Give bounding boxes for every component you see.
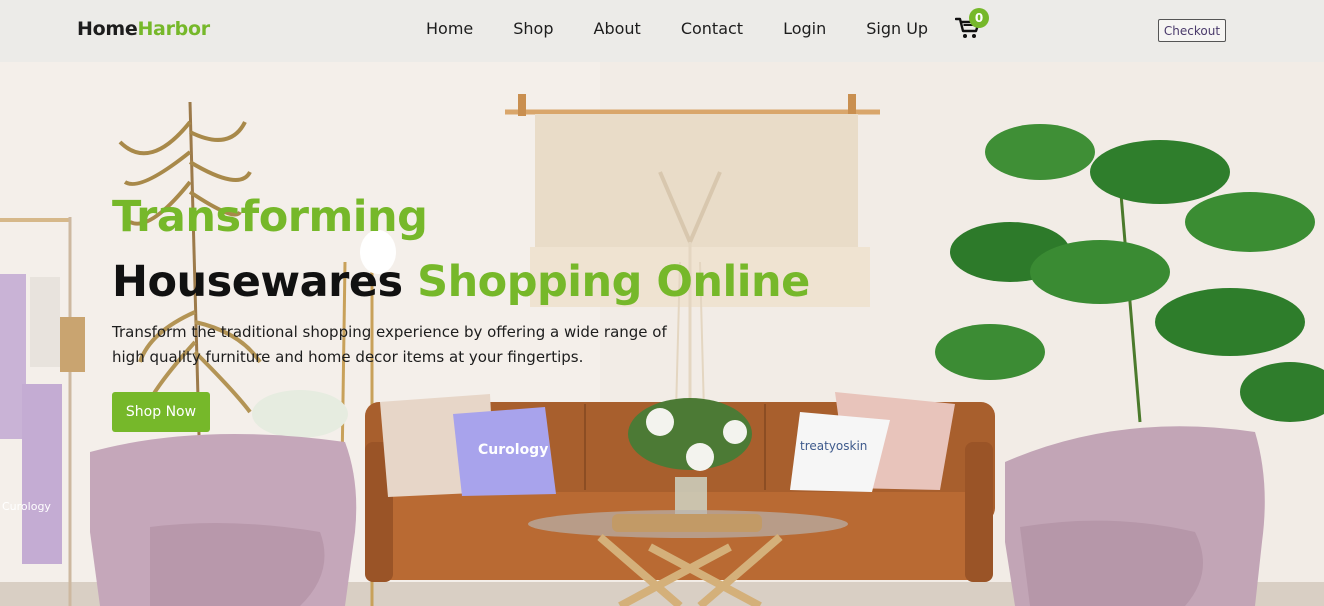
nav-login[interactable]: Login — [783, 19, 826, 38]
left-armchair — [90, 434, 357, 606]
main-nav: Home Shop About Contact Login Sign Up — [426, 19, 968, 38]
site-header: HomeHarbor Home Shop About Contact Login… — [0, 0, 1324, 62]
cart-button[interactable]: 0 — [955, 8, 989, 44]
logo-part-home: Home — [77, 18, 138, 40]
nav-signup[interactable]: Sign Up — [866, 19, 928, 38]
hero-section: Curology Curology treatyoskin Transformi… — [0, 62, 1324, 606]
hero-title-line1: Transforming — [112, 192, 428, 242]
site-logo[interactable]: HomeHarbor — [77, 18, 210, 40]
hero-subtitle-line2: high quality furniture and home decor it… — [112, 348, 584, 366]
nav-home[interactable]: Home — [426, 19, 473, 38]
hero-title-dark: Housewares — [112, 257, 403, 307]
hero-subtitle: Transform the traditional shopping exper… — [112, 320, 712, 370]
nav-about[interactable]: About — [594, 19, 641, 38]
towel-label: Curology — [2, 500, 51, 513]
pillow-curology-label: Curology — [478, 442, 548, 458]
checkout-button[interactable]: Checkout — [1158, 19, 1226, 42]
logo-part-harbor: Harbor — [137, 18, 210, 40]
nav-shop[interactable]: Shop — [513, 19, 553, 38]
cart-count-badge: 0 — [969, 8, 989, 28]
nav-contact[interactable]: Contact — [681, 19, 743, 38]
pillow-treatyoskin-label: treatyoskin — [800, 439, 867, 453]
hero-subtitle-line1: Transform the traditional shopping exper… — [112, 323, 667, 341]
right-armchair — [1005, 426, 1265, 606]
hero-title-line2: Housewares Shopping Online — [112, 257, 810, 307]
shop-now-button[interactable]: Shop Now — [112, 392, 210, 432]
hero-title-green: Shopping Online — [417, 257, 810, 307]
